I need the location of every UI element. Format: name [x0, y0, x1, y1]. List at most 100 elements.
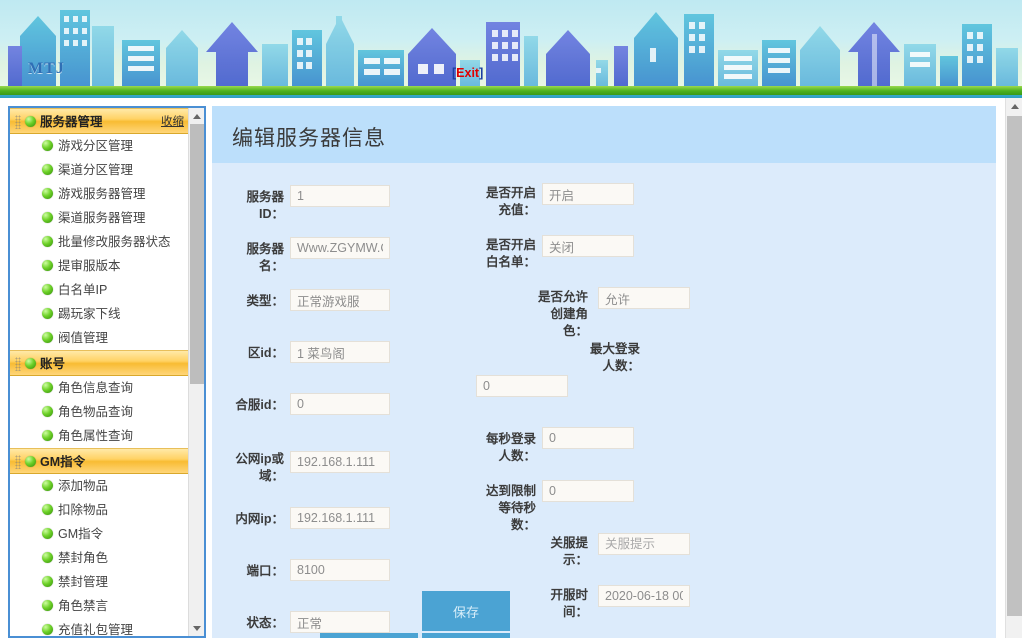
sidebar-scroll-up-button[interactable] [189, 108, 204, 124]
sidebar-item[interactable]: 角色信息查询 [10, 376, 192, 400]
sidebar-item[interactable]: 禁封角色 [10, 546, 192, 570]
field-label: 端口： [246, 564, 284, 578]
sidebar-item-label: 角色物品查询 [58, 405, 134, 419]
chevron-up-icon [193, 113, 201, 119]
sidebar-item[interactable]: 禁封管理 [10, 570, 192, 594]
page-scroll-up-button[interactable] [1006, 98, 1022, 115]
field-label: 每秒登录人数： [485, 432, 536, 463]
field-label: 类型： [246, 294, 284, 308]
sidebar-item[interactable]: 扣除物品 [10, 498, 192, 522]
sidebar-group-title: 账号 [40, 357, 66, 371]
sidebar-group-header-2[interactable]: GM指令 [10, 448, 192, 474]
field-input[interactable] [290, 611, 390, 633]
sidebar-group-title: GM指令 [40, 455, 86, 469]
sidebar-item-label: 禁封管理 [58, 575, 109, 589]
sidebar-item[interactable]: 批量修改服务器状态 [10, 230, 192, 254]
sidebar-group-title: 服务器管理 [40, 115, 103, 129]
sidebar-item[interactable]: GM指令 [10, 522, 192, 546]
sidebar-item[interactable]: 添加物品 [10, 474, 192, 498]
field-input[interactable] [598, 287, 690, 309]
sidebar-item[interactable]: 游戏分区管理 [10, 134, 192, 158]
sidebar-item[interactable]: 白名单IP [10, 278, 192, 302]
green-bullet-icon [42, 406, 53, 417]
field-input[interactable] [290, 289, 390, 311]
sidebar-item[interactable]: 渠道分区管理 [10, 158, 192, 182]
field-label: 服务器ID： [246, 190, 284, 221]
city-skyline-graphic [8, 10, 1018, 86]
field-label: 合服id： [235, 398, 284, 412]
green-bullet-icon [25, 358, 36, 369]
field-label: 是否允许创建角色： [537, 290, 588, 338]
sidebar-item[interactable]: 充值礼包管理 [10, 618, 192, 637]
green-bullet-icon [42, 624, 53, 635]
field-input[interactable] [542, 235, 634, 257]
page-scrollbar[interactable] [1005, 98, 1022, 638]
green-bullet-icon [42, 260, 53, 271]
sidebar-item-label: 禁封角色 [58, 551, 109, 565]
save-button[interactable]: 保存 [422, 591, 510, 631]
field-input[interactable] [542, 427, 634, 449]
field-input[interactable] [542, 183, 634, 205]
field-label: 是否开启白名单： [485, 238, 536, 269]
sidebar-collapse-link[interactable]: 收缩 [161, 109, 184, 135]
exit-bracket-right: ] [479, 66, 484, 80]
drag-handle-icon [15, 455, 21, 469]
sidebar-item[interactable]: 阀值管理 [10, 326, 192, 350]
exit-link[interactable]: [Exit] [452, 66, 483, 80]
field-input[interactable] [290, 237, 390, 259]
field-label: 公网ip或域： [235, 452, 284, 483]
green-bullet-icon [42, 600, 53, 611]
sidebar-item-label: 角色信息查询 [58, 381, 134, 395]
chevron-down-icon [193, 625, 201, 631]
sidebar-item-label: 渠道服务器管理 [58, 211, 146, 225]
field-label: 是否开启充值： [485, 186, 536, 217]
sidebar-item[interactable]: 提审服版本 [10, 254, 192, 278]
sidebar-item[interactable]: 角色物品查询 [10, 400, 192, 424]
sidebar-item-label: 渠道分区管理 [58, 163, 134, 177]
green-bullet-icon [42, 284, 53, 295]
sidebar-scrollbar[interactable] [188, 108, 204, 636]
sidebar-scroll-thumb[interactable] [190, 124, 204, 384]
green-bullet-icon [42, 552, 53, 563]
green-bullet-icon [42, 236, 53, 247]
field-input[interactable] [598, 585, 690, 607]
green-divider-bar [0, 86, 1022, 95]
sidebar-item[interactable]: 角色禁言 [10, 594, 192, 618]
sidebar-item[interactable]: 渠道服务器管理 [10, 206, 192, 230]
field-input[interactable] [598, 533, 690, 555]
sidebar-group-header-0[interactable]: 服务器管理 收缩 [10, 108, 192, 134]
site-banner: MTJ [Exit] [0, 0, 1022, 88]
sidebar-item-label: 充值礼包管理 [58, 623, 134, 637]
field-input[interactable] [290, 341, 390, 363]
green-bullet-icon [42, 430, 53, 441]
green-bullet-icon [42, 576, 53, 587]
sidebar-menu: 服务器管理 收缩游戏分区管理 渠道分区管理游戏服务器管理渠道服务器管理批量修改服务器… [10, 108, 192, 636]
field-label: 区id： [247, 346, 284, 360]
page-scroll-thumb[interactable] [1007, 116, 1022, 616]
field-input[interactable] [476, 375, 568, 397]
field-input[interactable] [290, 393, 390, 415]
field-input[interactable] [290, 507, 390, 529]
field-label: 关服提示： [550, 536, 588, 567]
field-input[interactable] [542, 480, 634, 502]
green-bullet-icon [42, 382, 53, 393]
secondary-action-button[interactable] [320, 633, 418, 638]
sidebar-scroll-down-button[interactable] [189, 620, 204, 636]
exit-label: Exit [456, 66, 480, 80]
sidebar-group-header-1[interactable]: 账号 [10, 350, 192, 376]
field-label: 达到限制等待秒数： [485, 484, 536, 532]
sidebar-item[interactable]: 踢玩家下线 [10, 302, 192, 326]
sidebar-item[interactable]: 游戏服务器管理 [10, 182, 192, 206]
green-bullet-icon [42, 504, 53, 515]
sidebar: 服务器管理 收缩游戏分区管理 渠道分区管理游戏服务器管理渠道服务器管理批量修改服务器… [8, 106, 206, 638]
tertiary-action-button[interactable] [422, 633, 510, 638]
field-input[interactable] [290, 451, 390, 473]
field-label: 最大登录人数： [589, 342, 640, 373]
sidebar-item-label: 游戏分区管理 [58, 139, 134, 153]
green-bullet-icon [42, 480, 53, 491]
field-input[interactable] [290, 185, 390, 207]
green-bullet-icon [25, 116, 36, 127]
teal-divider-line [0, 95, 1022, 98]
sidebar-item[interactable]: 角色属性查询 [10, 424, 192, 448]
field-input[interactable] [290, 559, 390, 581]
